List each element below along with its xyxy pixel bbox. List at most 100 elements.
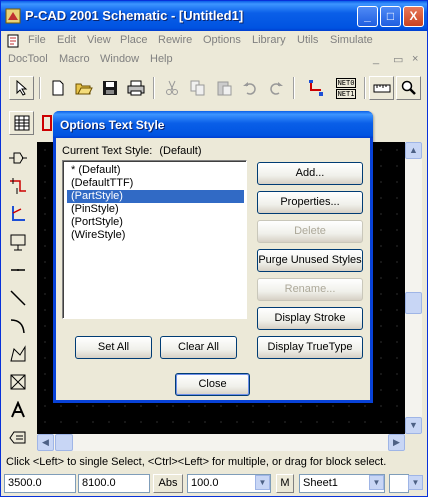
place-wire-button[interactable] [5,202,30,226]
properties-button[interactable]: Properties... [257,191,363,214]
measure-button[interactable] [369,76,394,100]
printer-icon [127,80,144,96]
menu-rewire[interactable]: Rewire [158,34,192,46]
place-port-button[interactable] [5,230,30,254]
paste-button[interactable] [211,76,236,100]
title-bar[interactable]: P-CAD 2001 Schematic - [Untitled1] _ □ X [1,1,427,31]
place-bus-button[interactable] [5,174,30,198]
abs-toggle-button[interactable]: Abs [153,474,183,493]
place-text-button[interactable] [5,398,30,422]
netlist-button[interactable]: NET0 NET1 [331,75,361,101]
save-button[interactable] [97,76,122,100]
mdi-minimize-icon[interactable]: _ [373,53,379,65]
scroll-right-icon[interactable]: ▶ [388,434,405,451]
zoom-dropdown-icon[interactable]: ▼ [255,475,270,490]
menu-edit[interactable]: Edit [57,34,76,46]
display-stroke-button[interactable]: Display Stroke [257,307,363,330]
menu-place[interactable]: Place [120,34,148,46]
menu-options[interactable]: Options [203,34,241,46]
menu-window[interactable]: Window [100,53,139,65]
menu-bar-row-1: File Edit View Place Rewire Options Libr… [1,31,427,50]
minimize-button[interactable]: _ [357,6,378,27]
grid-button[interactable] [9,111,34,135]
m-toggle-button[interactable]: M [276,474,294,493]
delete-button[interactable]: Delete [257,220,363,243]
toolbar-separator [293,77,295,99]
set-all-button[interactable]: Set All [75,336,152,359]
undo-button[interactable] [237,76,262,100]
placement-toolbar [3,142,33,450]
sheet-value: Sheet1 [303,477,338,489]
copy-button[interactable] [185,76,210,100]
x-coordinate-field[interactable]: 3500.0 [4,474,76,493]
menu-file[interactable]: File [28,34,46,46]
vertical-scroll-thumb[interactable] [405,292,422,314]
list-item[interactable]: (PinStyle) [67,203,244,216]
net1-label: NET1 [335,88,357,99]
place-part-button[interactable] [5,146,30,170]
text-style-list[interactable]: * (Default) (DefaultTTF) (PartStyle) (Pi… [62,160,247,319]
place-attribute-button[interactable] [5,426,30,450]
grid-icon [14,115,29,131]
purge-unused-styles-button[interactable]: Purge Unused Styles [257,249,363,272]
arrow-cursor-icon [16,80,27,96]
horizontal-scroll-thumb[interactable] [55,434,73,451]
sheet-dropdown-icon[interactable]: ▼ [369,475,384,490]
mdi-restore-icon[interactable]: ▭ [393,53,403,66]
dialog-title[interactable]: Options Text Style [53,111,373,138]
close-button[interactable]: Close [175,373,250,396]
scroll-up-icon[interactable]: ▲ [405,142,422,159]
menu-utils[interactable]: Utils [297,34,318,46]
list-item[interactable]: (PortStyle) [67,216,244,229]
place-polygon-button[interactable] [5,342,30,366]
place-arc-button[interactable] [5,314,30,338]
open-file-button[interactable] [71,76,96,100]
cut-button[interactable] [159,76,184,100]
menu-library[interactable]: Library [252,34,286,46]
list-item-selected[interactable]: (PartStyle) [67,190,244,203]
horizontal-scrollbar[interactable]: ◀ ▶ [37,434,405,451]
window-title: P-CAD 2001 Schematic - [Untitled1] [25,8,244,23]
maximize-button[interactable]: □ [380,6,401,27]
display-truetype-button[interactable]: Display TrueType [257,336,363,359]
list-item[interactable]: (WireStyle) [67,229,244,242]
list-item[interactable]: * (Default) [67,164,244,177]
mdi-close-icon[interactable]: × [412,53,418,65]
select-arrow-button[interactable] [9,76,34,100]
copy-icon [190,80,204,96]
scroll-down-icon[interactable]: ▼ [405,417,422,434]
menu-help[interactable]: Help [150,53,173,65]
new-file-button[interactable] [45,76,70,100]
redo-button[interactable] [263,76,288,100]
connect-wire-icon [308,80,323,96]
text-a-icon [10,401,25,418]
scroll-left-icon[interactable]: ◀ [37,434,54,451]
zoom-value: 100.0 [191,477,219,489]
menu-doctool[interactable]: DocTool [8,53,48,65]
clear-all-button[interactable]: Clear All [160,336,237,359]
current-style-value: (Default) [159,145,202,157]
place-field-button[interactable] [5,370,30,394]
list-item[interactable]: (DefaultTTF) [67,177,244,190]
connection-button[interactable] [303,76,328,100]
y-coordinate-field[interactable]: 8100.0 [78,474,150,493]
toolbar-separator [153,77,155,99]
menu-macro[interactable]: Macro [59,53,90,65]
document-icon[interactable] [6,34,20,48]
print-button[interactable] [123,76,148,100]
status-message: Click <Left> to single Select, <Ctrl><Le… [6,456,387,468]
add-button[interactable]: Add... [257,162,363,185]
place-pin-button[interactable] [5,258,30,282]
layer-dropdown-icon[interactable]: ▼ [408,475,423,490]
layer-color-field[interactable] [389,474,409,493]
menu-view[interactable]: View [87,34,111,46]
floppy-disk-icon [102,81,117,95]
place-line-button[interactable] [5,286,30,310]
rename-button[interactable]: Rename... [257,278,363,301]
menu-simulate[interactable]: Simulate [330,34,373,46]
zoom-button[interactable] [396,76,421,100]
current-style-row: Current Text Style: (Default) [62,145,202,157]
close-window-button[interactable]: X [403,6,424,27]
main-toolbar: NET0 NET1 [3,74,425,103]
vertical-scrollbar[interactable]: ▲ ▼ [405,142,422,434]
